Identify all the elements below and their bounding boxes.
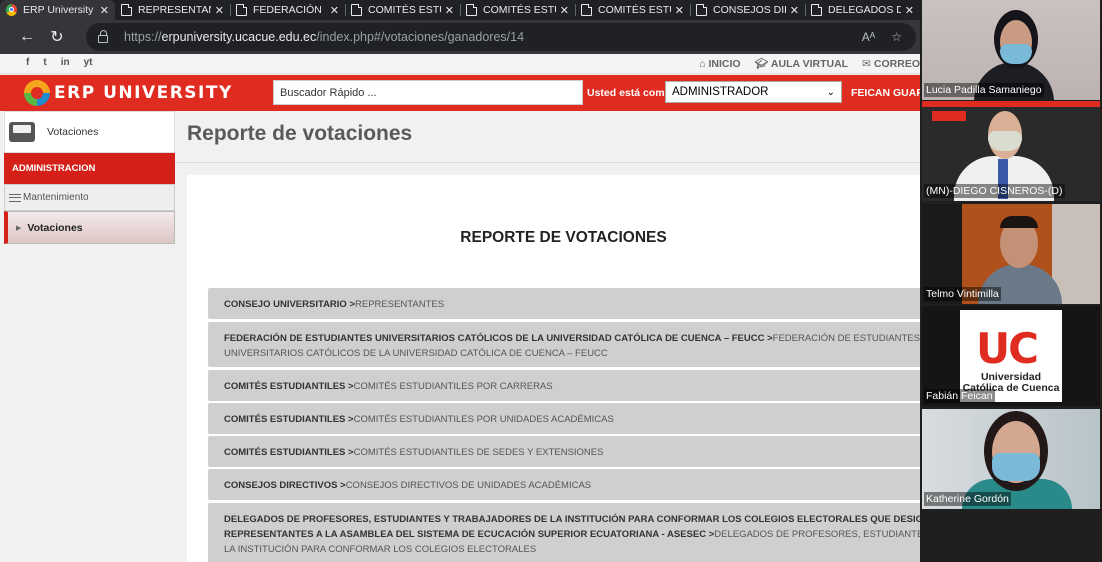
- sidebar-module[interactable]: Votaciones: [4, 111, 175, 153]
- tab-label: REPRESENTAN: [138, 4, 211, 16]
- link-aula-virtual[interactable]: 🎓︎ AULA VIRTUAL: [754, 57, 849, 71]
- user-name[interactable]: FEICAN GUAPISACA: [851, 87, 920, 99]
- back-arrow-icon[interactable]: ←: [12, 22, 42, 52]
- lock-icon: [98, 30, 108, 43]
- browser-tab[interactable]: ERP University ✕: [0, 0, 115, 20]
- close-icon[interactable]: ✕: [100, 4, 109, 17]
- close-icon[interactable]: ✕: [675, 4, 684, 17]
- browser-tab[interactable]: COMITÉS ESTU ✕: [460, 0, 575, 20]
- facebook-icon[interactable]: f: [26, 57, 29, 68]
- report-title: REPORTE DE VOTACIONES: [460, 229, 667, 246]
- participant-tile[interactable]: Lucia Padilla Samaniego: [922, 0, 1100, 100]
- page-icon: [581, 4, 592, 16]
- browser-tab[interactable]: COMITÉS ESTU ✕: [575, 0, 690, 20]
- participant-tile[interactable]: UC Universidad Católica de Cuenca Fabián …: [922, 306, 1100, 406]
- header-bar: ERP UNIVERSITY Buscador Rápido ... Usted…: [0, 75, 920, 111]
- sidebar-item-mantenimiento[interactable]: Mantenimiento: [4, 184, 175, 211]
- reload-icon[interactable]: ↻: [42, 22, 72, 52]
- participant-hair: [1000, 216, 1038, 228]
- background-banner: [922, 101, 1100, 107]
- tab-label: COMITÉS ESTU: [368, 4, 441, 16]
- video-call-panel: Lucia Padilla Samaniego (MN)-DIEGO CISNE…: [920, 0, 1102, 562]
- page-title: Reporte de votaciones: [187, 122, 413, 145]
- youtube-icon[interactable]: yt: [84, 57, 93, 68]
- close-icon[interactable]: ✕: [330, 4, 339, 17]
- report-item[interactable]: COMITÉS ESTUDIANTILES >COMITÉS ESTUDIANT…: [208, 436, 920, 467]
- mail-icon: ✉: [862, 57, 871, 70]
- web-page: f t in yt ⌂ INICIO 🎓︎ AULA VIRTUAL ✉ CORREO…: [0, 54, 920, 562]
- link-inicio[interactable]: ⌂ INICIO: [699, 57, 740, 70]
- close-icon[interactable]: ✕: [790, 4, 799, 17]
- caret-right-icon: ▶: [16, 224, 22, 232]
- close-icon[interactable]: ✕: [560, 4, 569, 17]
- chrome-icon: [6, 4, 17, 16]
- sidebar-section-admin: ADMINISTRACION: [4, 153, 175, 184]
- twitter-icon[interactable]: t: [43, 57, 46, 68]
- participant-tile[interactable]: Telmo Vintimilla: [922, 204, 1100, 304]
- browser-tab[interactable]: REPRESENTAN ✕: [115, 0, 230, 20]
- home-icon: ⌂: [699, 57, 706, 70]
- browser-tab[interactable]: FEDERACIÓN ✕: [230, 0, 345, 20]
- browser-tab[interactable]: DELEGADOS D ✕: [805, 0, 920, 20]
- sidebar-item-votaciones[interactable]: ▶ Votaciones: [4, 211, 175, 244]
- browser-toolbar: ← ↻ https://erpuniversity.ucacue.edu.ec/…: [0, 20, 920, 54]
- report-item[interactable]: CONSEJO UNIVERSITARIO >REPRESENTANTES: [208, 288, 920, 319]
- background-logo: [932, 111, 966, 121]
- chevron-down-icon: ⌄: [826, 86, 835, 98]
- browser-tab[interactable]: COMITÉS ESTU ✕: [345, 0, 460, 20]
- report-item[interactable]: COMITÉS ESTUDIANTILES >COMITÉS ESTUDIANT…: [208, 403, 920, 434]
- quick-search-input[interactable]: Buscador Rápido ...: [273, 80, 583, 105]
- participant-name: Telmo Vintimilla: [924, 287, 1001, 301]
- participant-name: Lucia Padilla Samaniego: [924, 83, 1044, 97]
- url-text: https://erpuniversity.ucacue.edu.ec/inde…: [124, 30, 525, 44]
- browser-tab[interactable]: CONSEJOS DIR ✕: [690, 0, 805, 20]
- favorite-star-icon[interactable]: ☆: [891, 30, 902, 44]
- face-mask: [988, 131, 1022, 151]
- report-item[interactable]: DELEGADOS DE PROFESORES, ESTUDIANTES Y T…: [208, 503, 920, 562]
- page-icon: [696, 4, 707, 16]
- close-icon[interactable]: ✕: [445, 4, 454, 17]
- page-icon: [121, 4, 132, 16]
- main-content: Reporte de votaciones REPORTE DE VOTACIO…: [175, 111, 920, 562]
- menu-icon: [9, 193, 21, 202]
- page-icon: [811, 4, 822, 16]
- link-correo[interactable]: ✉ CORREO: [862, 57, 920, 70]
- address-bar[interactable]: https://erpuniversity.ucacue.edu.ec/inde…: [86, 23, 916, 51]
- page-icon: [236, 4, 247, 16]
- top-strip: f t in yt ⌂ INICIO 🎓︎ AULA VIRTUAL ✉ CORREO: [0, 54, 920, 74]
- tab-label: FEDERACIÓN: [253, 4, 322, 16]
- sidebar: Votaciones ADMINISTRACION Mantenimiento …: [4, 111, 175, 245]
- participant-tile[interactable]: Katherine Gordón: [922, 409, 1100, 509]
- tab-label: CONSEJOS DIR: [713, 4, 786, 16]
- tab-label: ERP University: [23, 4, 94, 16]
- tab-label: COMITÉS ESTU: [483, 4, 556, 16]
- face-mask: [992, 453, 1040, 481]
- tab-label: COMITÉS ESTU: [598, 4, 671, 16]
- participant-tile[interactable]: (MN)-DIEGO CISNEROS-(D): [922, 101, 1100, 201]
- linkedin-icon[interactable]: in: [61, 57, 70, 68]
- close-icon[interactable]: ✕: [215, 4, 224, 17]
- close-icon[interactable]: ✕: [905, 4, 914, 17]
- title-row: Reporte de votaciones: [175, 111, 920, 163]
- graduation-cap-icon: 🎓︎: [754, 58, 768, 70]
- participant-name: Fabián Feican: [924, 389, 995, 403]
- report-card: REPORTE DE VOTACIONES CONSEJO UNIVERSITA…: [187, 175, 920, 562]
- page-icon: [351, 4, 362, 16]
- role-label: Usted está como:: [587, 87, 675, 99]
- tab-label: DELEGADOS D: [828, 4, 901, 16]
- read-aloud-icon[interactable]: Aᴬ: [862, 30, 875, 44]
- logo-mark-icon: [24, 80, 50, 106]
- page-icon: [466, 4, 477, 16]
- face-mask: [1000, 44, 1032, 64]
- report-item[interactable]: CONSEJOS DIRECTIVOS >CONSEJOS DIRECTIVOS…: [208, 469, 920, 500]
- participant-name: Katherine Gordón: [924, 492, 1011, 506]
- report-item[interactable]: COMITÉS ESTUDIANTILES >COMITÉS ESTUDIANT…: [208, 370, 920, 401]
- role-select[interactable]: ADMINISTRADOR ⌄: [665, 81, 842, 103]
- participant-name: (MN)-DIEGO CISNEROS-(D): [924, 184, 1065, 198]
- site-logo[interactable]: ERP UNIVERSITY: [24, 80, 233, 106]
- inbox-icon: [9, 122, 35, 142]
- report-item[interactable]: FEDERACIÓN DE ESTUDIANTES UNIVERSITARIOS…: [208, 322, 920, 367]
